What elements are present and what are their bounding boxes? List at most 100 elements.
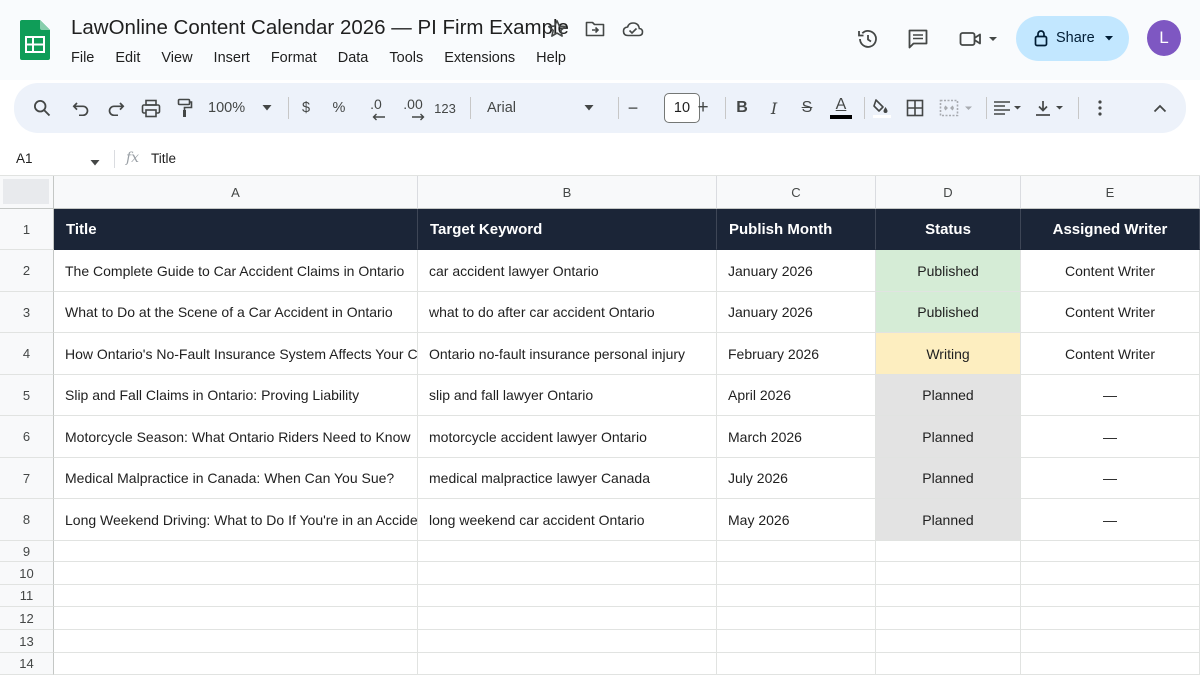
cell-target-keyword[interactable]: motorcycle accident lawyer Ontario xyxy=(418,416,717,458)
increase-font-size-button[interactable]: + xyxy=(694,83,712,133)
empty-cell[interactable] xyxy=(876,541,1021,562)
empty-cell[interactable] xyxy=(54,541,418,562)
cell-title[interactable]: How Ontario's No-Fault Insurance System … xyxy=(54,333,418,375)
cell-publish-month[interactable]: May 2026 xyxy=(717,499,876,541)
cell-title[interactable]: The Complete Guide to Car Accident Claim… xyxy=(54,250,418,292)
empty-cell[interactable] xyxy=(1021,653,1200,675)
undo-icon[interactable] xyxy=(70,83,92,133)
empty-cell[interactable] xyxy=(717,653,876,675)
row-header-14[interactable]: 14 xyxy=(0,653,54,675)
row-header-1[interactable]: 1 xyxy=(0,209,54,250)
status-cell[interactable]: Writing xyxy=(876,333,1021,375)
cell-title[interactable]: Slip and Fall Claims in Ontario: Proving… xyxy=(54,375,418,416)
version-history-icon[interactable] xyxy=(855,24,881,54)
cell-publish-month[interactable]: March 2026 xyxy=(717,416,876,458)
empty-cell[interactable] xyxy=(717,607,876,630)
cell-target-keyword[interactable]: what to do after car accident Ontario xyxy=(418,292,717,333)
header-cell-target-keyword[interactable]: Target Keyword xyxy=(418,209,717,250)
column-header-c[interactable]: C xyxy=(717,176,876,209)
increase-decimal-button[interactable]: .00 xyxy=(398,83,428,133)
status-cell[interactable]: Published xyxy=(876,250,1021,292)
cell-target-keyword[interactable]: long weekend car accident Ontario xyxy=(418,499,717,541)
cell-title[interactable]: Medical Malpractice in Canada: When Can … xyxy=(54,458,418,499)
strikethrough-button[interactable]: S xyxy=(797,83,817,133)
search-menus-icon[interactable] xyxy=(31,83,53,133)
cell-assigned-writer[interactable]: — xyxy=(1021,499,1200,541)
column-header-b[interactable]: B xyxy=(418,176,717,209)
borders-icon[interactable] xyxy=(904,83,926,133)
decrease-font-size-button[interactable]: − xyxy=(624,83,642,133)
horizontal-align-icon[interactable] xyxy=(993,83,1025,133)
menu-format[interactable]: Format xyxy=(271,50,317,66)
empty-cell[interactable] xyxy=(876,653,1021,675)
cell-assigned-writer[interactable]: Content Writer xyxy=(1021,333,1200,375)
empty-cell[interactable] xyxy=(717,585,876,607)
status-cell[interactable]: Planned xyxy=(876,375,1021,416)
empty-cell[interactable] xyxy=(418,607,717,630)
meet-video-icon[interactable] xyxy=(958,24,1000,54)
print-icon[interactable] xyxy=(139,83,163,133)
collapse-toolbar-icon[interactable] xyxy=(1150,83,1170,133)
font-family-select[interactable]: Arial xyxy=(487,83,599,133)
cell-publish-month[interactable]: February 2026 xyxy=(717,333,876,375)
cell-title[interactable]: Long Weekend Driving: What to Do If You'… xyxy=(54,499,418,541)
row-header-6[interactable]: 6 xyxy=(0,416,54,458)
cell-target-keyword[interactable]: medical malpractice lawyer Canada xyxy=(418,458,717,499)
cell-target-keyword[interactable]: car accident lawyer Ontario xyxy=(418,250,717,292)
empty-cell[interactable] xyxy=(876,630,1021,653)
status-cell[interactable]: Planned xyxy=(876,499,1021,541)
cell-title[interactable]: Motorcycle Season: What Ontario Riders N… xyxy=(54,416,418,458)
empty-cell[interactable] xyxy=(1021,562,1200,585)
menu-edit[interactable]: Edit xyxy=(115,50,140,66)
cell-assigned-writer[interactable]: Content Writer xyxy=(1021,250,1200,292)
header-cell-status[interactable]: Status xyxy=(876,209,1021,250)
menu-extensions[interactable]: Extensions xyxy=(444,50,515,66)
name-box-dropdown-icon[interactable] xyxy=(90,154,100,172)
empty-cell[interactable] xyxy=(876,562,1021,585)
status-cell[interactable]: Planned xyxy=(876,416,1021,458)
empty-cell[interactable] xyxy=(1021,585,1200,607)
menu-help[interactable]: Help xyxy=(536,50,566,66)
cell-publish-month[interactable]: April 2026 xyxy=(717,375,876,416)
account-avatar[interactable]: L xyxy=(1147,20,1181,56)
menu-file[interactable]: File xyxy=(71,50,94,66)
text-color-button[interactable]: A xyxy=(829,83,853,133)
decrease-decimal-button[interactable]: .0 xyxy=(364,83,388,133)
empty-cell[interactable] xyxy=(717,541,876,562)
empty-cell[interactable] xyxy=(717,630,876,653)
vertical-align-icon[interactable] xyxy=(1035,83,1067,133)
empty-cell[interactable] xyxy=(54,585,418,607)
sheets-logo-icon[interactable] xyxy=(20,20,50,60)
empty-cell[interactable] xyxy=(1021,630,1200,653)
menu-insert[interactable]: Insert xyxy=(214,50,250,66)
empty-cell[interactable] xyxy=(418,585,717,607)
bold-button[interactable]: B xyxy=(732,83,752,133)
empty-cell[interactable] xyxy=(54,607,418,630)
empty-cell[interactable] xyxy=(54,653,418,675)
row-header-5[interactable]: 5 xyxy=(0,375,54,416)
cell-assigned-writer[interactable]: Content Writer xyxy=(1021,292,1200,333)
empty-cell[interactable] xyxy=(1021,607,1200,630)
empty-cell[interactable] xyxy=(418,630,717,653)
star-icon[interactable] xyxy=(545,17,569,41)
row-header-11[interactable]: 11 xyxy=(0,585,54,607)
cell-target-keyword[interactable]: slip and fall lawyer Ontario xyxy=(418,375,717,416)
select-all-corner[interactable] xyxy=(0,176,54,209)
header-cell-publish-month[interactable]: Publish Month xyxy=(717,209,876,250)
row-header-13[interactable]: 13 xyxy=(0,630,54,653)
format-percent-button[interactable]: % xyxy=(330,83,348,133)
redo-icon[interactable] xyxy=(105,83,127,133)
fill-color-icon[interactable] xyxy=(871,83,893,133)
merge-cells-icon[interactable] xyxy=(938,83,976,133)
zoom-select[interactable]: 100% xyxy=(208,83,278,133)
formula-input[interactable]: Title xyxy=(151,151,176,166)
row-header-12[interactable]: 12 xyxy=(0,607,54,630)
row-header-3[interactable]: 3 xyxy=(0,292,54,333)
menu-view[interactable]: View xyxy=(161,50,192,66)
column-header-d[interactable]: D xyxy=(876,176,1021,209)
cloud-saved-icon[interactable] xyxy=(621,17,645,41)
header-cell-assigned-writer[interactable]: Assigned Writer xyxy=(1021,209,1200,250)
spreadsheet-grid[interactable]: A B C D E 1 2 3 4 5 6 7 8 9 10 11 12 13 14 Title Target Keyw… xyxy=(0,176,1200,675)
row-header-10[interactable]: 10 xyxy=(0,562,54,585)
empty-cell[interactable] xyxy=(418,653,717,675)
